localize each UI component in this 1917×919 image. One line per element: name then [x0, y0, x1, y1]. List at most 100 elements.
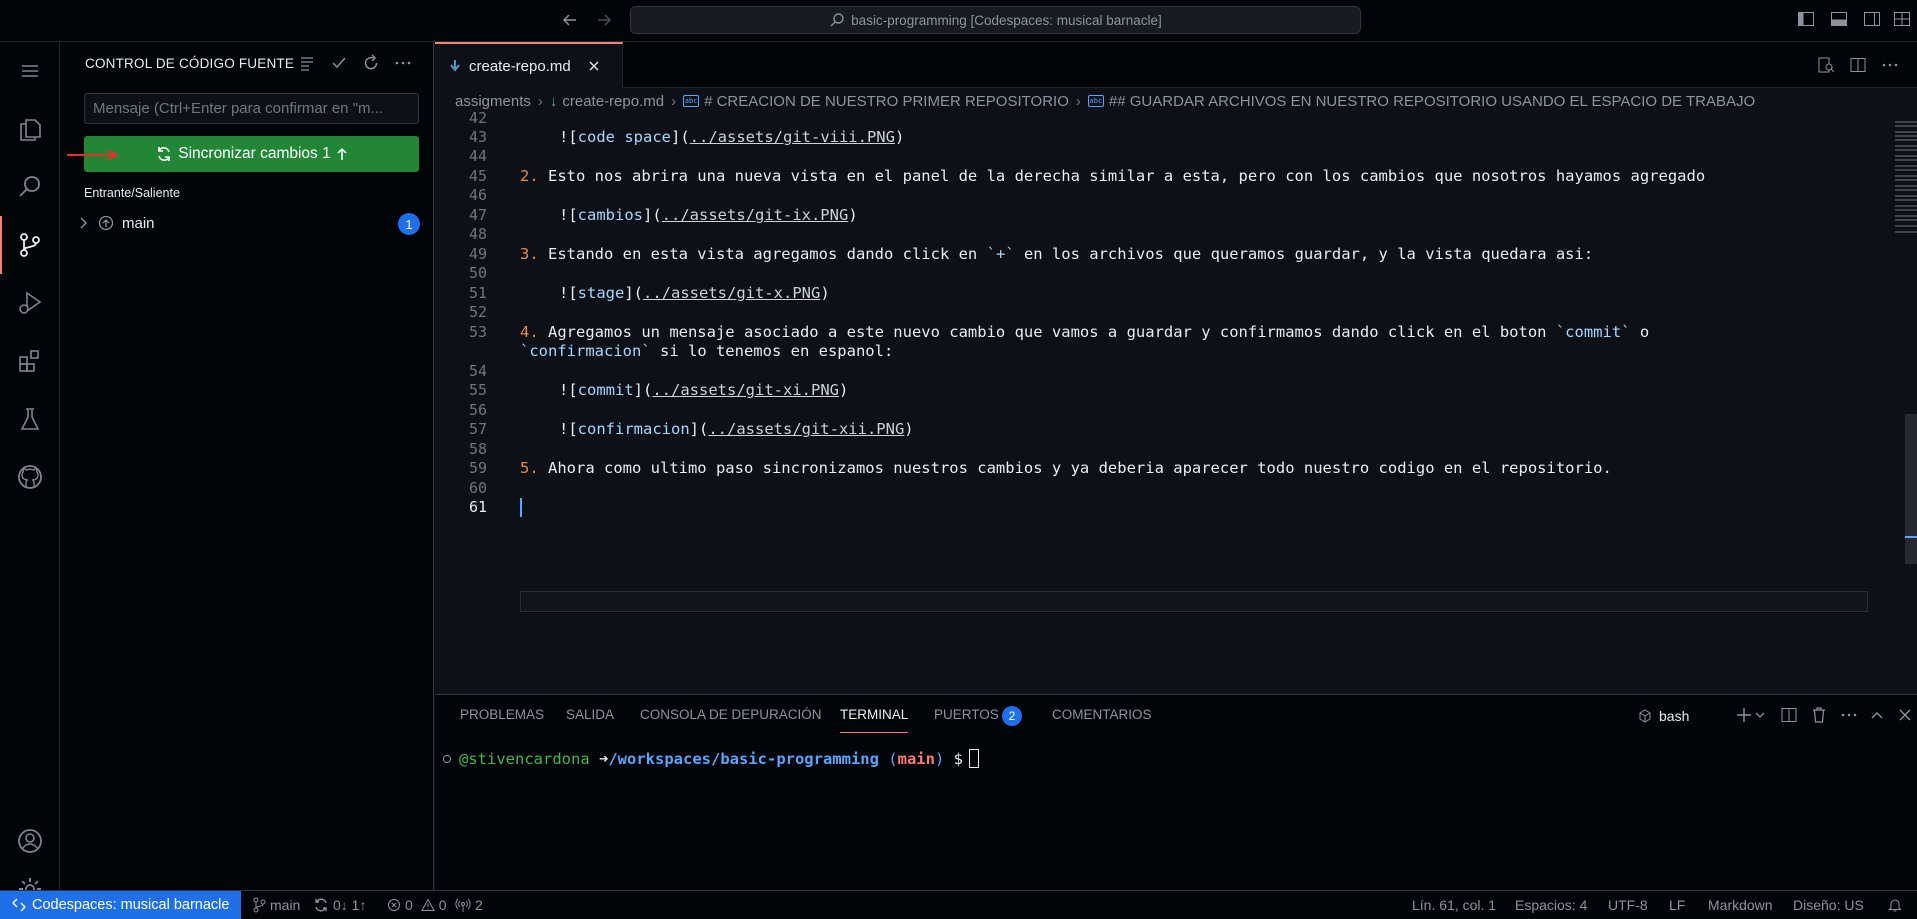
sidebar-title: CONTROL DE CÓDIGO FUENTE [85, 56, 295, 71]
command-center-label: basic-programming [Codespaces: musical b… [851, 12, 1162, 28]
text-cursor [520, 498, 522, 517]
cursor-position[interactable]: Lín. 61, col. 1 [1412, 891, 1496, 919]
remote-label: Codespaces: musical barnacle [32, 897, 230, 913]
line-number: 56 [468, 401, 487, 419]
tab-create-repo[interactable]: create-repo.md [435, 42, 623, 88]
testing-icon[interactable] [0, 390, 60, 448]
sync-status[interactable]: 0↓ 1↑ [313, 891, 366, 919]
menu-icon[interactable] [0, 42, 60, 100]
line-number: 60 [468, 479, 487, 497]
tab-problems[interactable]: PROBLEMAS [460, 707, 544, 722]
code-line: 61 [435, 496, 1865, 518]
toggle-primary-sidebar-icon[interactable] [1797, 10, 1817, 30]
view-as-tree-icon[interactable] [298, 54, 318, 74]
problems-status[interactable]: 0 0 [387, 891, 447, 919]
run-debug-icon[interactable] [0, 274, 60, 332]
close-icon[interactable] [1896, 706, 1916, 726]
split-editor-icon[interactable] [1849, 56, 1869, 76]
outgoing-branch-item[interactable]: main 1 [78, 210, 422, 236]
line-number: 47 [468, 206, 487, 224]
customize-layout-icon[interactable] [1893, 10, 1913, 30]
open-preview-icon[interactable] [1817, 56, 1837, 76]
toggle-panel-icon[interactable] [1830, 10, 1850, 30]
code-text: 5. Ahora como ultimo paso sincronizamos … [520, 459, 1612, 477]
terminal-prompt[interactable]: @stivencardona ➜ /workspaces/basic-progr… [443, 749, 979, 768]
terminal-cursor [969, 749, 979, 768]
code-line: 55 ![commit](../assets/git-xi.PNG) [435, 379, 1865, 401]
tab-terminal[interactable]: TERMINAL [840, 707, 909, 733]
editor-more-actions-icon[interactable] [1881, 56, 1901, 76]
code-line: 59 5. Ahora como ultimo paso sincronizam… [435, 457, 1865, 479]
terminal-prompt-symbol: $ [953, 749, 963, 768]
code-text: 4. Agregamos un mensaje asociado a este … [520, 323, 1650, 341]
code-text: `confirmacion` si lo tenemos en espanol: [520, 342, 894, 360]
indentation[interactable]: Espacios: 4 [1515, 891, 1587, 919]
code-text: 2. Esto nos abrira una nueva vista en el… [520, 167, 1706, 185]
commit-check-icon[interactable] [330, 54, 350, 74]
code-text: ![stage](../assets/git-x.PNG) [559, 284, 830, 302]
terminal-shell-selector[interactable]: bash [1637, 706, 1727, 726]
command-center[interactable]: basic-programming [Codespaces: musical b… [630, 6, 1361, 34]
code-text: 3. Estando en esta vista agregamos dando… [520, 245, 1594, 263]
chevron-right-icon[interactable] [78, 216, 90, 230]
encoding[interactable]: UTF-8 [1608, 891, 1648, 919]
trash-icon[interactable] [1810, 706, 1830, 726]
line-number: 49 [468, 245, 487, 263]
incoming-outgoing-header[interactable]: Entrante/Saliente [84, 186, 180, 200]
keyboard-layout[interactable]: Diseño: US [1793, 891, 1864, 919]
search-icon[interactable] [0, 158, 60, 216]
sync-changes-button[interactable]: Sincronizar cambios 1 [84, 136, 419, 172]
shell-name: bash [1659, 708, 1690, 724]
refresh-icon[interactable] [362, 54, 382, 74]
more-actions-icon[interactable] [394, 54, 414, 74]
new-terminal-plus-icon[interactable] [1735, 706, 1755, 726]
title-bar: basic-programming [Codespaces: musical b… [0, 0, 1917, 42]
explorer-icon[interactable] [0, 100, 60, 158]
line-number: 57 [468, 420, 487, 438]
source-control-icon[interactable] [0, 216, 60, 274]
tab-comments[interactable]: COMENTARIOS [1052, 707, 1152, 722]
editor-scrollbar[interactable] [1905, 414, 1917, 564]
line-number: 46 [468, 186, 487, 204]
editor-tab-bar: create-repo.md [435, 42, 1917, 88]
extensions-icon[interactable] [0, 332, 60, 390]
branch-status[interactable]: main [252, 891, 300, 919]
source-control-sidebar: CONTROL DE CÓDIGO FUENTE Mensaje (Ctrl+E… [60, 42, 434, 890]
code-line: 57 ![confirmacion](../assets/git-xii.PNG… [435, 418, 1865, 440]
back-arrow-icon[interactable] [560, 10, 582, 32]
chevron-down-icon[interactable] [1753, 706, 1773, 726]
ports-status[interactable]: 2 [455, 891, 483, 919]
language-mode[interactable]: Markdown [1708, 891, 1773, 919]
tab-label: create-repo.md [469, 57, 571, 75]
code-line: 44 [435, 145, 1865, 167]
arrow-up-icon [336, 146, 348, 162]
more-actions-icon[interactable] [1840, 706, 1860, 726]
search-icon [829, 12, 851, 28]
line-number: 48 [468, 225, 487, 243]
code-line-wrapped: `confirmacion` si lo tenemos en espanol: [435, 340, 1865, 362]
tab-debug-console[interactable]: CONSOLA DE DEPURACIÓN [640, 707, 822, 722]
tab-output[interactable]: SALIDA [566, 707, 614, 722]
minimap[interactable] [1895, 118, 1917, 238]
terminal-path: /workspaces/basic-programming [608, 749, 879, 768]
tab-ports[interactable]: PUERTOS [934, 707, 999, 722]
end-of-line[interactable]: LF [1669, 891, 1685, 919]
remote-indicator[interactable]: Codespaces: musical barnacle [0, 891, 241, 919]
line-number: 53 [468, 323, 487, 341]
code-editor[interactable]: 42 43 ![code space](../assets/git-viii.P… [435, 109, 1917, 694]
line-number: 42 [468, 109, 487, 127]
close-icon[interactable] [587, 59, 601, 73]
cursor-position-marker [1905, 536, 1917, 538]
terminal-icon [1637, 708, 1653, 724]
code-text: ![code space](../assets/git-viii.PNG) [559, 128, 905, 146]
toggle-secondary-sidebar-icon[interactable] [1863, 10, 1883, 30]
code-line: 46 [435, 184, 1865, 206]
sync-changes-label: Sincronizar cambios 1 [178, 145, 331, 162]
commit-message-input[interactable]: Mensaje (Ctrl+Enter para confirmar en "m… [84, 93, 419, 124]
maximize-panel-icon[interactable] [1868, 706, 1888, 726]
forward-arrow-icon[interactable] [594, 10, 616, 32]
warning-count: 0 [438, 897, 447, 913]
split-terminal-icon[interactable] [1780, 706, 1800, 726]
github-icon[interactable] [0, 448, 60, 506]
notifications-bell-icon[interactable] [1887, 891, 1903, 919]
